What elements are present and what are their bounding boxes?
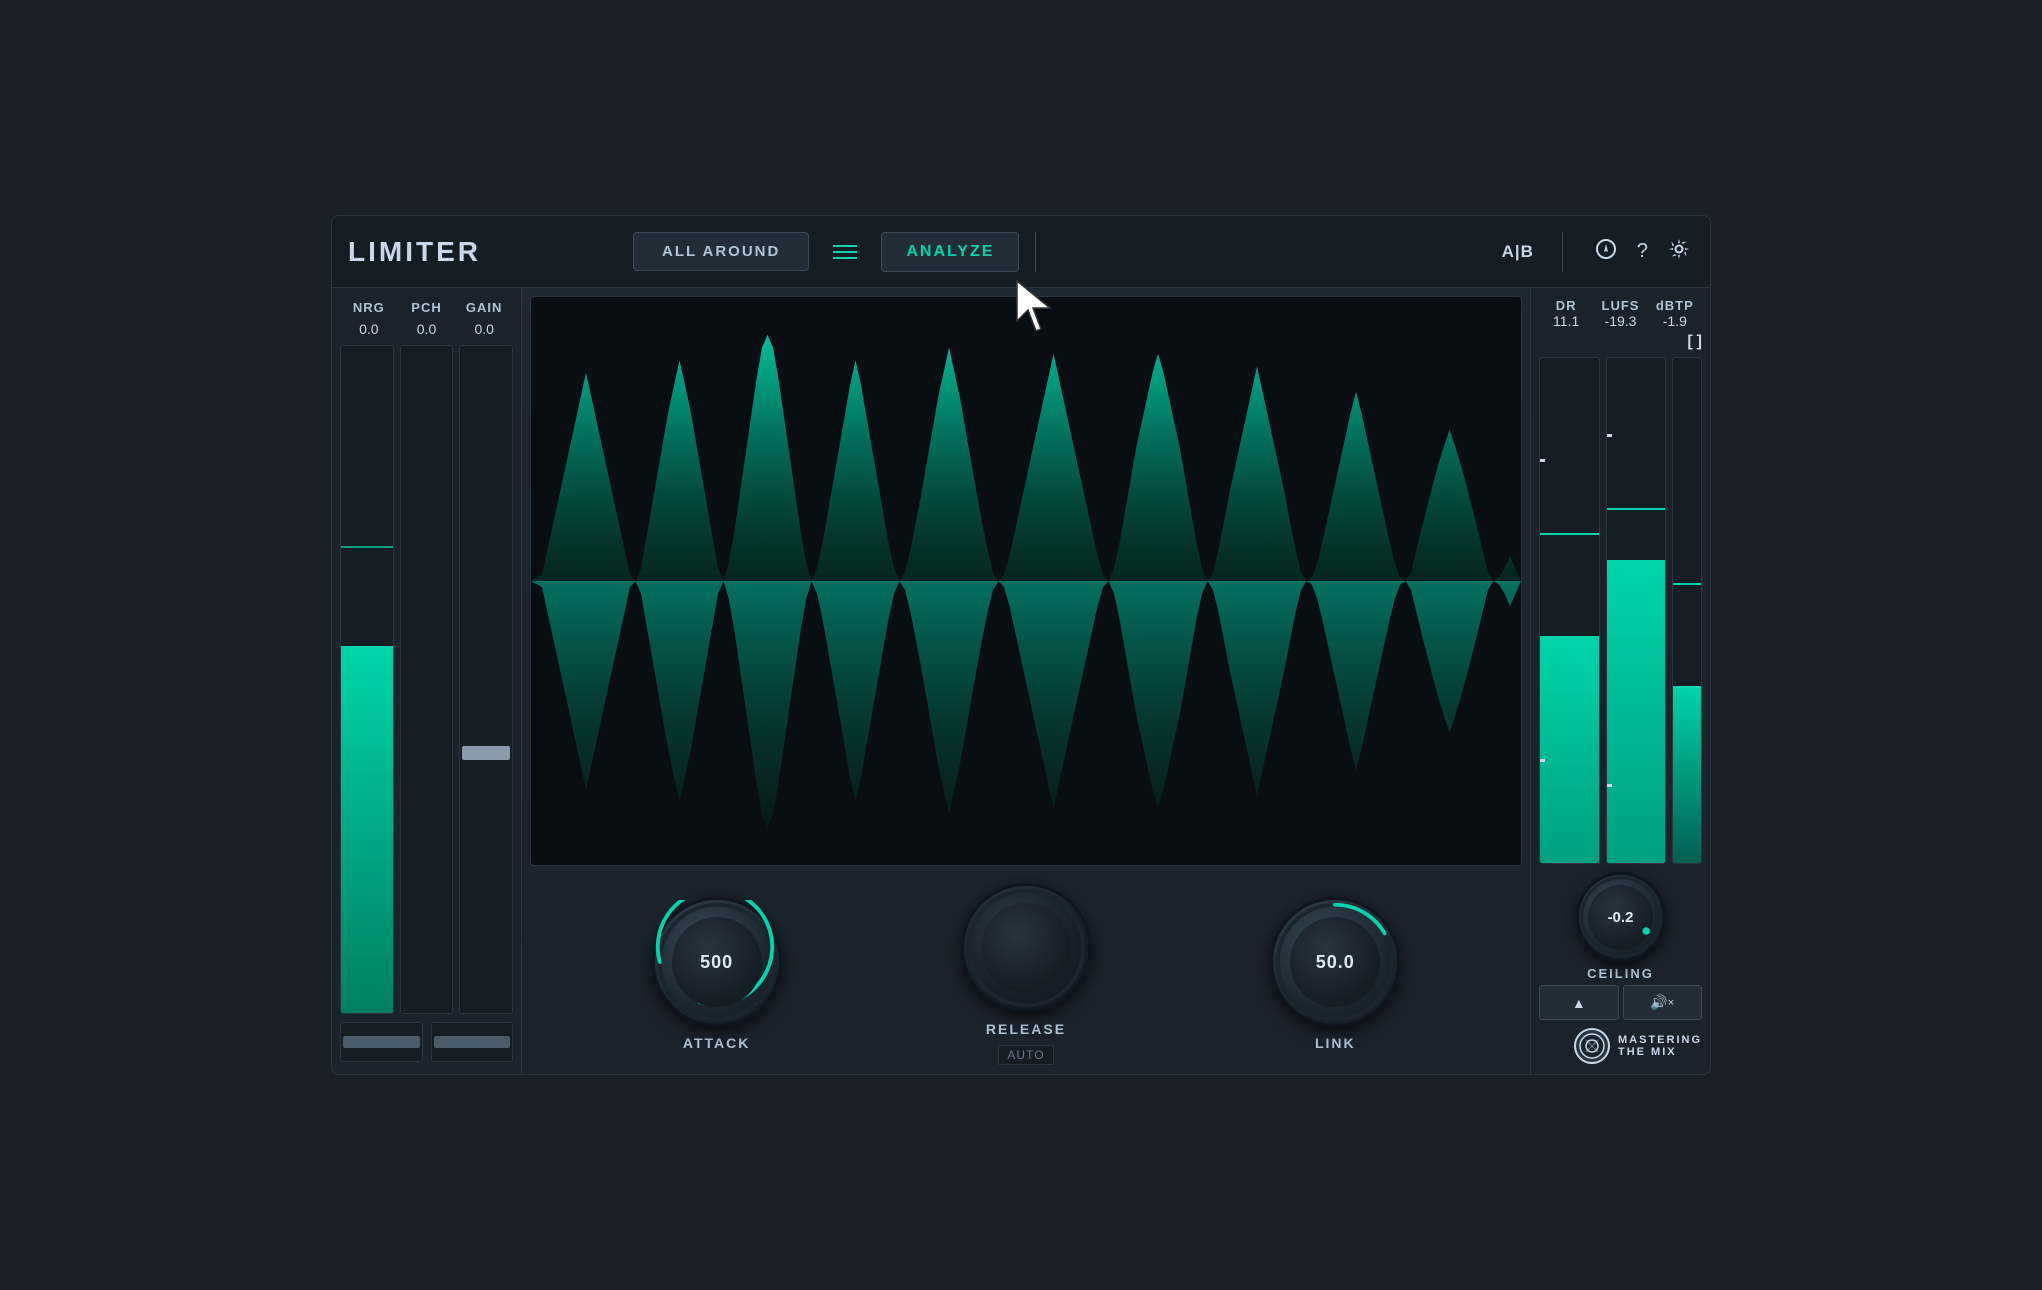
pch-meter xyxy=(400,345,454,1014)
gain-slider[interactable] xyxy=(459,345,513,1014)
right-panel: DR 11.1 LUFS -19.3 dBTP -1.9 [ ] xyxy=(1530,288,1710,1074)
waveform-area xyxy=(530,296,1522,866)
meter-values: 0.0 0.0 0.0 xyxy=(340,321,513,337)
link-value: 50.0 xyxy=(1290,917,1380,1007)
release-knob[interactable] xyxy=(961,883,1091,1013)
link-group: 50.0 LINK xyxy=(1270,897,1400,1051)
right-meters-area xyxy=(1539,357,1702,864)
lufs-label: LUFS xyxy=(1593,298,1647,313)
meters-row xyxy=(340,345,513,1014)
dbtp-label: dBTP xyxy=(1648,298,1702,313)
help-icon-button[interactable]: ? xyxy=(1633,236,1652,267)
divider2 xyxy=(1562,232,1563,272)
mute-x: × xyxy=(1668,997,1674,1009)
hamburger-line-3 xyxy=(833,257,857,259)
ceiling-mute-button[interactable]: 🔊 × xyxy=(1623,985,1703,1020)
lufs-value: -19.3 xyxy=(1593,313,1647,329)
main-content: NRG PCH GAIN 0.0 0.0 0.0 xyxy=(332,288,1710,1074)
brand-text: MASTERING THE MIX xyxy=(1618,1034,1702,1058)
ceiling-buttons: ▲ 🔊 × xyxy=(1539,985,1702,1020)
mute-icon: 🔊 xyxy=(1650,994,1667,1011)
controls-row: 500 ATTACK RELEASE AUTO xyxy=(522,874,1530,1074)
dbtp-value: -1.9 xyxy=(1648,313,1702,329)
link-knob[interactable]: 50.0 xyxy=(1270,897,1400,1027)
hamburger-button[interactable] xyxy=(825,237,865,267)
hamburger-line-2 xyxy=(833,251,857,253)
attack-value: 500 xyxy=(672,917,762,1007)
pch-label: PCH xyxy=(398,300,456,315)
release-group: RELEASE AUTO xyxy=(961,883,1091,1065)
bracket-right: ] xyxy=(1697,333,1702,351)
analyze-button[interactable]: ANALYZE xyxy=(881,232,1019,272)
ceiling-section: -0.2 CEILING ▲ 🔊 × xyxy=(1539,872,1702,1020)
link-label: LINK xyxy=(1315,1035,1356,1051)
meter-labels: NRG PCH GAIN xyxy=(340,300,513,315)
center-panel: 500 ATTACK RELEASE AUTO xyxy=(522,288,1530,1074)
attack-knob[interactable]: 500 xyxy=(652,897,782,1027)
dr-label: DR xyxy=(1539,298,1593,313)
left-panel: NRG PCH GAIN 0.0 0.0 0.0 xyxy=(332,288,522,1074)
bottom-sliders xyxy=(340,1022,513,1062)
brand-line1: MASTERING xyxy=(1618,1034,1702,1046)
release-value xyxy=(981,903,1071,993)
ceiling-knob[interactable]: -0.2 xyxy=(1576,872,1666,962)
bracket-left: [ xyxy=(1687,333,1692,351)
release-sublabel: AUTO xyxy=(998,1045,1053,1065)
dr-value: 11.1 xyxy=(1539,313,1593,329)
dr-col: DR 11.1 xyxy=(1539,298,1593,329)
nrg-value: 0.0 xyxy=(340,321,398,337)
top-bar: LIMITER ALL AROUND ANALYZE A|B ? xyxy=(332,216,1710,288)
pch-value: 0.0 xyxy=(398,321,456,337)
attack-label: ATTACK xyxy=(683,1035,750,1051)
right-meter-2 xyxy=(1606,357,1667,864)
paint-icon-button[interactable] xyxy=(1591,234,1621,270)
nrg-meter xyxy=(340,345,394,1014)
lufs-col: LUFS -19.3 xyxy=(1593,298,1647,329)
dbtp-col: dBTP -1.9 xyxy=(1648,298,1702,329)
help-icon: ? xyxy=(1637,240,1648,262)
right-metrics: DR 11.1 LUFS -19.3 dBTP -1.9 xyxy=(1539,298,1702,329)
ceiling-arc xyxy=(1579,875,1663,959)
right-meter-1 xyxy=(1539,357,1600,864)
divider xyxy=(1035,232,1036,272)
nrg-label: NRG xyxy=(340,300,398,315)
nrg-bottom-slider[interactable] xyxy=(340,1022,423,1062)
attack-group: 500 ATTACK xyxy=(652,897,782,1051)
ceiling-arrow-button[interactable]: ▲ xyxy=(1539,985,1619,1020)
paint-icon xyxy=(1595,238,1617,260)
right-meter-3 xyxy=(1672,357,1702,864)
settings-icon-button[interactable] xyxy=(1664,234,1694,270)
hamburger-line-1 xyxy=(833,245,857,247)
waveform-svg xyxy=(531,297,1521,865)
preset-button[interactable]: ALL AROUND xyxy=(633,232,809,271)
ab-button[interactable]: A|B xyxy=(1502,242,1534,262)
ceiling-label: CEILING xyxy=(1587,966,1654,981)
gain-label: GAIN xyxy=(455,300,513,315)
branding: MASTERING THE MIX xyxy=(1539,1020,1702,1064)
top-right-icons: A|B ? xyxy=(1502,232,1694,272)
settings-icon xyxy=(1668,238,1690,260)
brand-line2: THE MIX xyxy=(1618,1046,1702,1058)
brand-logo-icon xyxy=(1578,1032,1606,1060)
gain-value: 0.0 xyxy=(455,321,513,337)
bracket-row: [ ] xyxy=(1539,333,1702,351)
release-label: RELEASE xyxy=(986,1021,1066,1037)
brand-logo xyxy=(1574,1028,1610,1064)
app-title: LIMITER xyxy=(348,236,481,268)
pch-bottom-slider[interactable] xyxy=(431,1022,514,1062)
